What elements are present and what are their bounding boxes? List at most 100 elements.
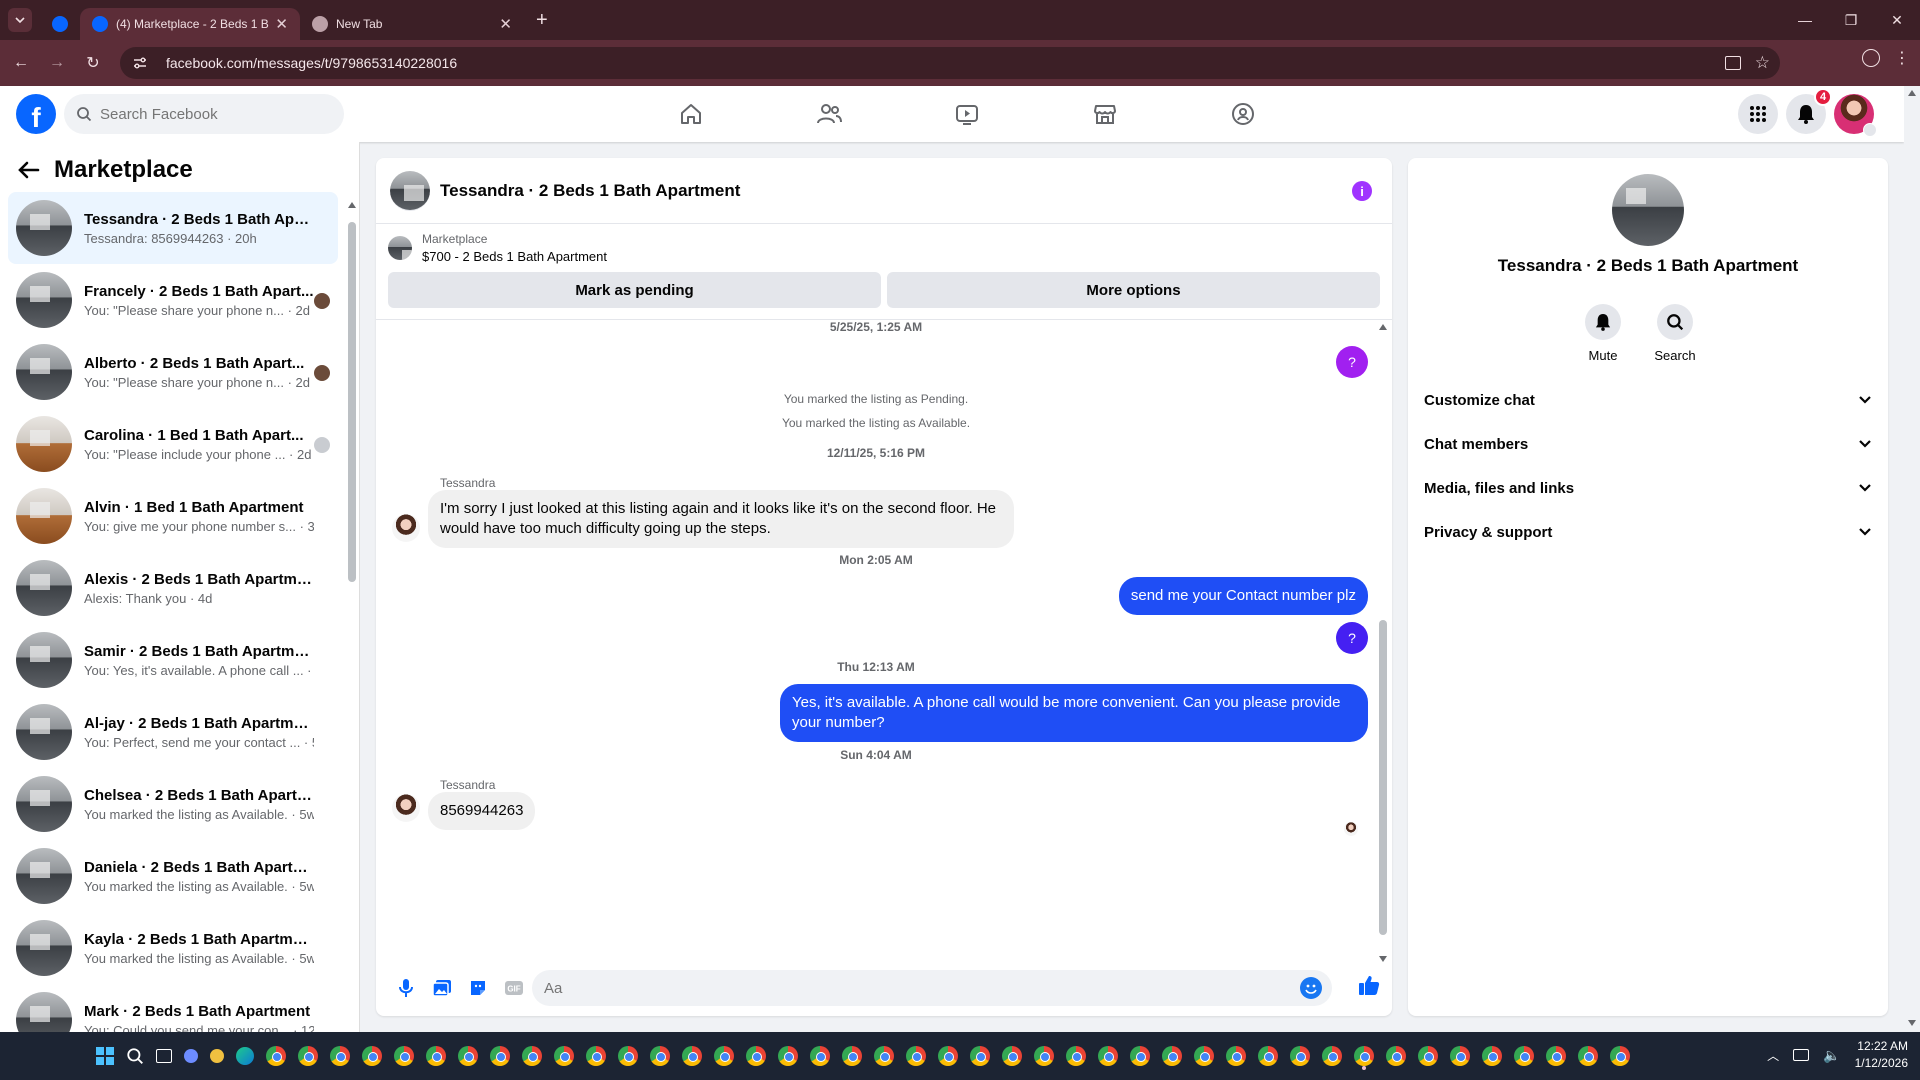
chrome-taskbar-icon[interactable]: [938, 1046, 958, 1066]
chrome-taskbar-icon[interactable]: [330, 1046, 350, 1066]
volume-icon[interactable]: 🔈: [1823, 1047, 1840, 1064]
incoming-message[interactable]: 8569944263: [428, 792, 536, 830]
sticker-button[interactable]: [460, 970, 496, 1006]
question-message[interactable]: ?: [1336, 622, 1368, 654]
profile-icon[interactable]: [1862, 49, 1880, 67]
chrome-taskbar-icon[interactable]: [1258, 1046, 1278, 1066]
network-icon[interactable]: [1793, 1049, 1810, 1061]
outgoing-message[interactable]: Yes, it's available. A phone call would …: [780, 684, 1368, 742]
install-app-icon[interactable]: [1724, 56, 1741, 70]
emoji-icon[interactable]: [1300, 977, 1322, 999]
close-window-button[interactable]: ✕: [1874, 0, 1920, 40]
back-button[interactable]: ←: [6, 48, 36, 78]
incoming-message[interactable]: I'm sorry I just looked at this listing …: [428, 490, 1014, 548]
scroll-thumb[interactable]: [1379, 620, 1387, 935]
listing-title[interactable]: $700 - 2 Beds 1 Bath Apartment: [422, 249, 607, 264]
tab-search-dropdown[interactable]: [8, 8, 32, 32]
clock[interactable]: 12:22 AM 1/12/2026: [1855, 1038, 1908, 1072]
pinned-facebook-tab[interactable]: [40, 8, 80, 40]
nav-friends[interactable]: [760, 86, 898, 142]
sender-avatar[interactable]: [392, 514, 420, 542]
tab-new-tab[interactable]: New Tab ✕: [300, 8, 524, 40]
close-tab-icon[interactable]: ✕: [275, 15, 288, 33]
account-avatar[interactable]: [1834, 94, 1877, 137]
chrome-taskbar-icon[interactable]: [1546, 1046, 1566, 1066]
chrome-taskbar-icon[interactable]: [1098, 1046, 1118, 1066]
conversation-item[interactable]: Tessandra · 2 Beds 1 Bath Apart... Tessan…: [8, 192, 338, 264]
section-chat-members[interactable]: Chat members: [1416, 422, 1880, 466]
chrome-taskbar-icon[interactable]: [1002, 1046, 1022, 1066]
chrome-taskbar-icon[interactable]: [458, 1046, 478, 1066]
message-input-wrap[interactable]: [532, 970, 1332, 1006]
task-view-icon[interactable]: [156, 1049, 172, 1063]
like-button[interactable]: [1358, 974, 1380, 996]
sidebar-scrollbar[interactable]: [348, 202, 356, 1032]
chrome-taskbar-icon[interactable]: [874, 1046, 894, 1066]
back-arrow-icon[interactable]: [18, 161, 40, 179]
chrome-taskbar-icon[interactable]: [1130, 1046, 1150, 1066]
search-input[interactable]: [100, 105, 320, 123]
forward-button[interactable]: →: [42, 48, 72, 78]
attach-media-button[interactable]: [424, 970, 460, 1006]
facebook-search[interactable]: [64, 94, 344, 134]
chrome-taskbar-icon[interactable]: [362, 1046, 382, 1066]
chrome-taskbar-icon[interactable]: [522, 1046, 542, 1066]
chrome-taskbar-icon[interactable]: [1450, 1046, 1470, 1066]
chrome-taskbar-icon[interactable]: [1322, 1046, 1342, 1066]
edge-icon[interactable]: [236, 1047, 254, 1065]
gif-button[interactable]: GIF: [496, 970, 532, 1006]
conversation-item[interactable]: Daniela · 2 Beds 1 Bath Apartment You mar…: [8, 840, 338, 912]
listing-thumbnail[interactable]: [390, 170, 430, 211]
conversation-item[interactable]: Mark · 2 Beds 1 Bath Apartment You: Could…: [8, 984, 338, 1032]
conversation-item[interactable]: Kayla · 2 Beds 1 Bath Apartment You marke…: [8, 912, 338, 984]
mark-as-pending-button[interactable]: Mark as pending: [388, 272, 881, 308]
page-scrollbar[interactable]: [1904, 86, 1920, 1032]
chrome-taskbar-icon[interactable]: [1514, 1046, 1534, 1066]
chrome-taskbar-icon[interactable]: [1482, 1046, 1502, 1066]
scroll-thumb[interactable]: [348, 222, 356, 582]
section-customize-chat[interactable]: Customize chat: [1416, 378, 1880, 422]
listing-thumbnail[interactable]: [388, 236, 412, 260]
chrome-taskbar-icon[interactable]: [618, 1046, 638, 1066]
scroll-down-icon[interactable]: [1908, 1020, 1916, 1026]
chrome-taskbar-icon[interactable]: [586, 1046, 606, 1066]
nav-video[interactable]: [898, 86, 1036, 142]
nav-groups[interactable]: [1174, 86, 1312, 142]
info-icon[interactable]: i: [1352, 181, 1372, 201]
menu-button[interactable]: [1738, 94, 1778, 134]
chrome-taskbar-icon[interactable]: [266, 1046, 286, 1066]
chrome-taskbar-icon[interactable]: [714, 1046, 734, 1066]
section-privacy-support[interactable]: Privacy & support: [1416, 510, 1880, 554]
chrome-taskbar-icon[interactable]: [1578, 1046, 1598, 1066]
chrome-taskbar-icon[interactable]: [1386, 1046, 1406, 1066]
app-icon[interactable]: [184, 1049, 198, 1063]
minimize-button[interactable]: —: [1782, 0, 1828, 40]
conversation-item[interactable]: Al-jay · 2 Beds 1 Bath Apartment You: Per…: [8, 696, 338, 768]
chrome-taskbar-icon[interactable]: [298, 1046, 318, 1066]
outgoing-message[interactable]: send me your Contact number plz: [1118, 577, 1368, 615]
chrome-taskbar-icon[interactable]: [1610, 1046, 1630, 1066]
chrome-taskbar-icon[interactable]: [394, 1046, 414, 1066]
chrome-taskbar-icon[interactable]: [1194, 1046, 1214, 1066]
chrome-taskbar-icon[interactable]: [554, 1046, 574, 1066]
close-tab-icon[interactable]: ✕: [499, 15, 512, 33]
conversation-item[interactable]: Alexis · 2 Beds 1 Bath Apartment Alexis: …: [8, 552, 338, 624]
chat-scrollbar[interactable]: [1379, 324, 1387, 962]
chrome-taskbar-icon[interactable]: [1162, 1046, 1182, 1066]
chrome-taskbar-icon[interactable]: [1354, 1046, 1374, 1066]
chrome-taskbar-icon[interactable]: [650, 1046, 670, 1066]
question-message[interactable]: ?: [1336, 346, 1368, 378]
app-icon[interactable]: [210, 1049, 224, 1063]
search-icon[interactable]: [126, 1047, 144, 1065]
reload-button[interactable]: ↻: [78, 48, 108, 78]
nav-home[interactable]: [622, 86, 760, 142]
chrome-taskbar-icon[interactable]: [682, 1046, 702, 1066]
notifications-button[interactable]: 4: [1786, 88, 1832, 134]
scroll-up-icon[interactable]: [348, 202, 356, 208]
chrome-taskbar-icon[interactable]: [1418, 1046, 1438, 1066]
new-tab-button[interactable]: +: [536, 9, 548, 32]
tab-marketplace[interactable]: (4) Marketplace - 2 Beds 1 Bath ✕: [80, 8, 300, 40]
chrome-taskbar-icon[interactable]: [746, 1046, 766, 1066]
message-input[interactable]: [544, 979, 1284, 997]
chrome-menu-icon[interactable]: ⋮: [1894, 48, 1910, 68]
